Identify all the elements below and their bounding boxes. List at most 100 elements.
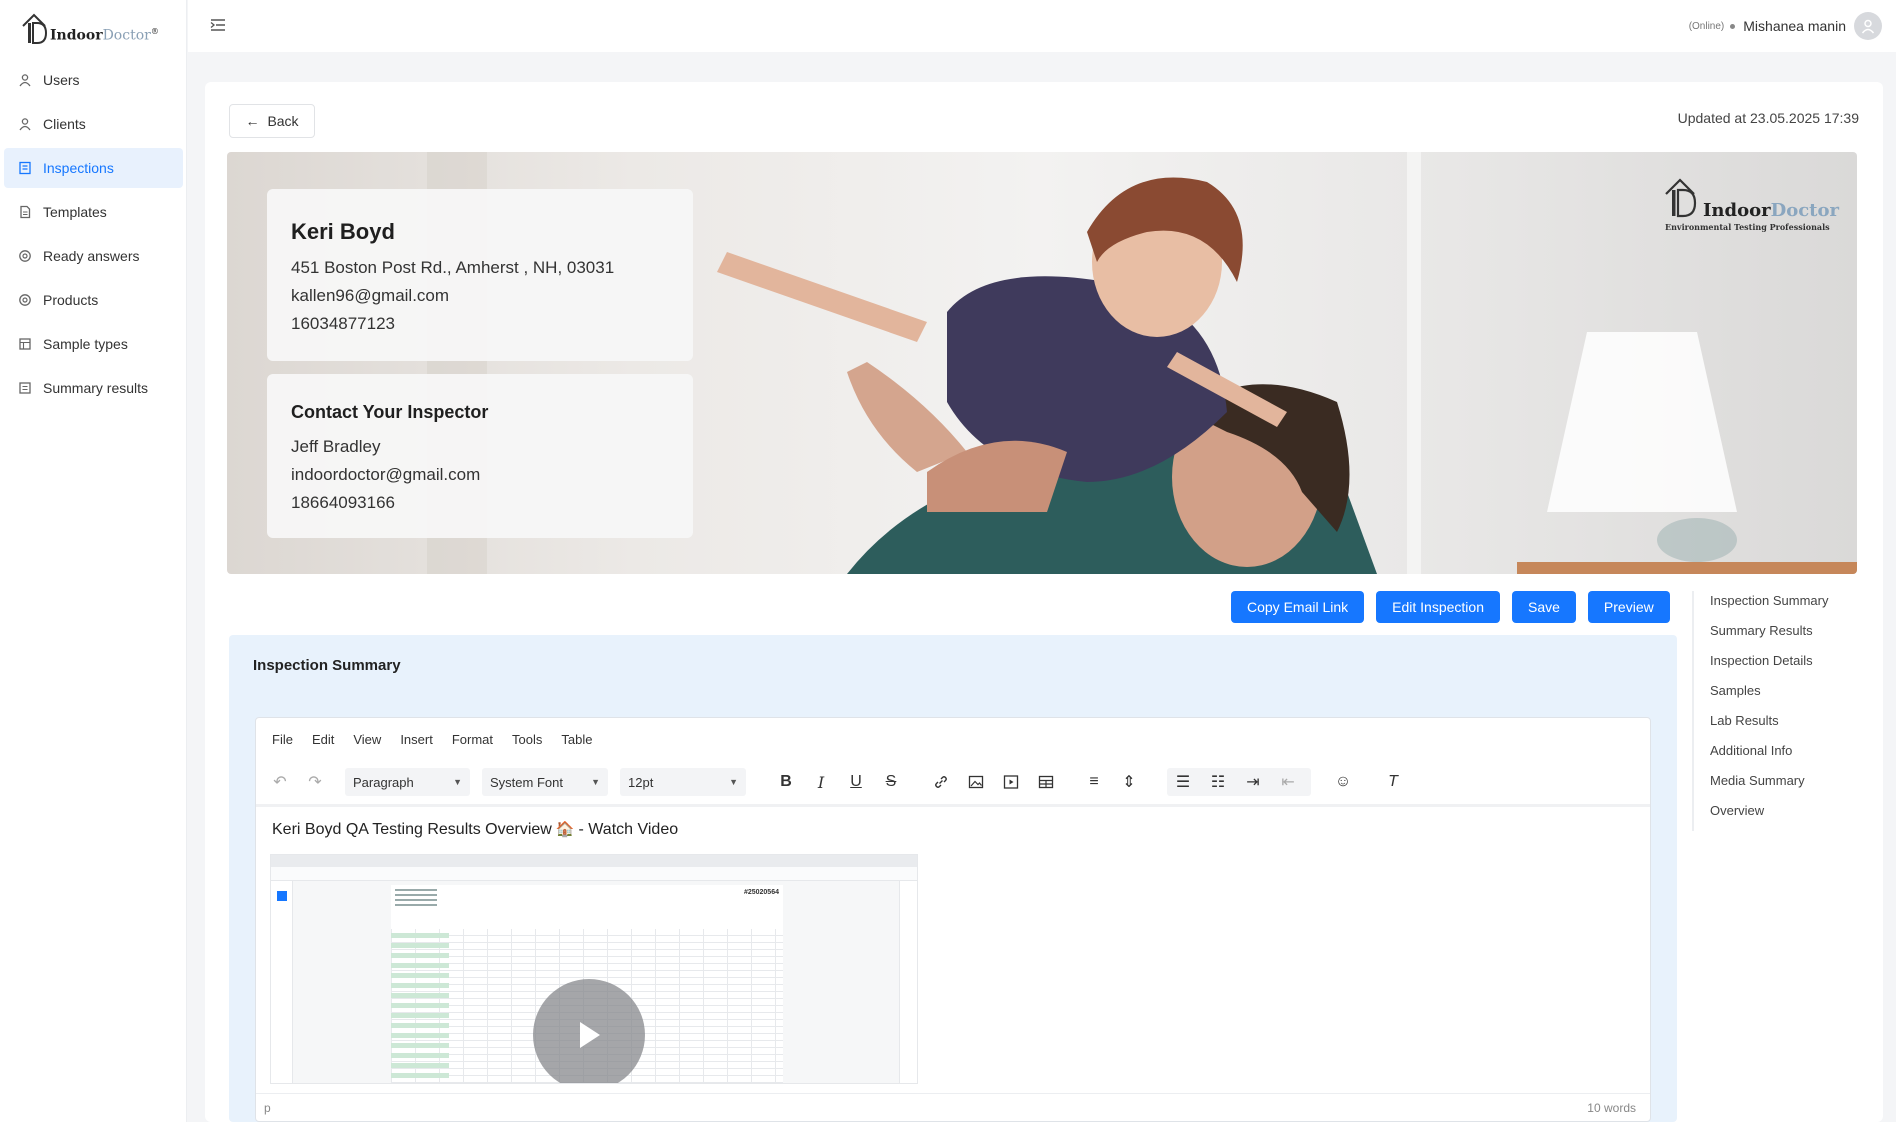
content-text: Keri Boyd QA Testing Results Overview <box>272 821 552 838</box>
client-email[interactable]: kallen96@gmail.com <box>291 282 669 310</box>
italic-icon[interactable]: I <box>807 768 835 796</box>
play-button[interactable] <box>533 979 645 1083</box>
video-side-rail <box>271 881 293 1083</box>
sidebar-item-templates[interactable]: Templates <box>4 192 183 232</box>
media-icon[interactable] <box>997 768 1025 796</box>
menu-insert[interactable]: Insert <box>400 732 433 747</box>
anchor-samples[interactable]: Samples <box>1710 681 1862 711</box>
sidebar-item-products[interactable]: Products <box>4 280 183 320</box>
redo-icon[interactable]: ↷ <box>301 768 329 796</box>
sidebar-item-label: Summary results <box>43 380 149 396</box>
numbered-list-icon[interactable]: ☰ <box>1169 768 1197 796</box>
video-report-number: #25020564 <box>743 889 779 896</box>
inspections-icon <box>18 161 32 175</box>
hero-logo: IndoorDoctor Environmental Testing Profe… <box>1663 176 1839 232</box>
copy-email-link-button[interactable]: Copy Email Link <box>1231 591 1365 623</box>
menu-format[interactable]: Format <box>452 732 493 747</box>
menu-view[interactable]: View <box>353 732 381 747</box>
watch-video-link[interactable]: - Watch Video <box>579 821 679 838</box>
font-size-select[interactable]: 12pt ▼ <box>620 768 746 796</box>
chevron-down-icon: ▼ <box>591 777 600 787</box>
top-header: (Online) Mishanea manin <box>188 0 1896 52</box>
anchor-overview[interactable]: Overview <box>1710 801 1862 831</box>
inspector-phone: 18664093166 <box>291 493 396 512</box>
sidebar-item-inspections[interactable]: Inspections <box>4 148 183 188</box>
inspector-email[interactable]: indoordoctor@gmail.com <box>291 461 669 489</box>
ready-answers-icon <box>18 249 32 263</box>
client-address: 451 Boston Post Rd., Amherst , NH, 03031 <box>291 258 615 277</box>
house-emoji-icon: 🏠 <box>555 821 575 838</box>
hero-banner: Keri Boyd 451 Boston Post Rd., Amherst ,… <box>227 152 1857 574</box>
section-title: Inspection Summary <box>253 657 401 674</box>
save-button[interactable]: Save <box>1512 591 1576 623</box>
bold-icon[interactable]: B <box>772 768 800 796</box>
block-format-value: Paragraph <box>353 774 414 790</box>
sidebar-item-sample-types[interactable]: Sample types <box>4 324 183 364</box>
users-icon <box>18 73 32 87</box>
list-toolbar-group: ☰ ☷ ⇥ ⇤ <box>1167 768 1311 796</box>
anchor-additional-info[interactable]: Additional Info <box>1710 741 1862 771</box>
app-logo[interactable]: IndoorDoctor® <box>20 8 170 48</box>
sidebar-item-ready-answers[interactable]: Ready answers <box>4 236 183 276</box>
client-card: Keri Boyd 451 Boston Post Rd., Amherst ,… <box>267 189 693 361</box>
editor-content[interactable]: Keri Boyd QA Testing Results Overview 🏠 - … <box>272 820 678 839</box>
sidebar-item-clients[interactable]: Clients <box>4 104 183 144</box>
table-icon[interactable] <box>1032 768 1060 796</box>
element-path[interactable]: p <box>264 1101 271 1115</box>
indent-icon[interactable]: ⇥ <box>1239 768 1267 796</box>
menu-toggle-icon[interactable] <box>210 18 226 32</box>
back-button[interactable]: ← Back <box>229 104 315 138</box>
rich-text-editor[interactable]: File Edit View Insert Format Tools Table… <box>255 717 1651 1122</box>
video-report-highlight <box>391 933 449 1083</box>
video-thumbnail[interactable]: #25020564 <box>270 854 918 1084</box>
emoji-icon[interactable]: ☺ <box>1329 768 1357 796</box>
undo-icon[interactable]: ↶ <box>266 768 294 796</box>
clear-formatting-icon[interactable]: T <box>1379 768 1407 796</box>
chevron-down-icon: ▼ <box>729 777 738 787</box>
menu-edit[interactable]: Edit <box>312 732 334 747</box>
avatar[interactable] <box>1854 12 1882 40</box>
templates-icon <box>18 205 32 219</box>
arrow-left-icon: ← <box>245 113 260 129</box>
anchor-summary-results[interactable]: Summary Results <box>1710 621 1862 651</box>
image-icon[interactable] <box>962 768 990 796</box>
inspector-name: Jeff Bradley <box>291 437 381 456</box>
video-rail-marker <box>277 891 287 901</box>
line-height-icon[interactable]: ⇕ <box>1115 768 1143 796</box>
section-anchor-nav: Inspection Summary Summary Results Inspe… <box>1692 591 1862 831</box>
anchor-inspection-summary[interactable]: Inspection Summary <box>1710 591 1862 621</box>
hero-logo-tagline: Environmental Testing Professionals <box>1665 222 1830 232</box>
editor-toolbar: ↶ ↷ Paragraph ▼ System Font ▼ 12pt ▼ B I U … <box>266 766 1640 798</box>
anchor-inspection-details[interactable]: Inspection Details <box>1710 651 1862 681</box>
strikethrough-icon[interactable]: S <box>877 768 905 796</box>
user-menu[interactable]: (Online) Mishanea manin <box>1689 12 1882 40</box>
sidebar-item-summary-results[interactable]: Summary results <box>4 368 183 408</box>
user-name: Mishanea manin <box>1743 18 1846 34</box>
updated-timestamp: Updated at 23.05.2025 17:39 <box>1677 110 1859 126</box>
underline-icon[interactable]: U <box>842 768 870 796</box>
link-icon[interactable] <box>927 768 955 796</box>
sidebar-item-label: Clients <box>43 116 86 132</box>
sidebar-item-label: Products <box>43 292 99 308</box>
align-left-icon[interactable]: ≡ <box>1080 768 1108 796</box>
edit-inspection-button[interactable]: Edit Inspection <box>1376 591 1500 623</box>
block-format-select[interactable]: Paragraph ▼ <box>345 768 470 796</box>
chevron-down-icon: ▼ <box>453 777 462 787</box>
menu-file[interactable]: File <box>272 732 293 747</box>
sample-types-icon <box>18 337 32 351</box>
anchor-lab-results[interactable]: Lab Results <box>1710 711 1862 741</box>
sidebar-item-label: Inspections <box>43 160 114 176</box>
sidebar-item-users[interactable]: Users <box>4 60 183 100</box>
play-icon <box>580 1022 600 1048</box>
menu-tools[interactable]: Tools <box>512 732 542 747</box>
menu-table[interactable]: Table <box>561 732 592 747</box>
font-family-select[interactable]: System Font ▼ <box>482 768 608 796</box>
inspection-summary-section: Inspection Summary File Edit View Insert… <box>229 635 1677 1122</box>
anchor-media-summary[interactable]: Media Summary <box>1710 771 1862 801</box>
bullet-list-icon[interactable]: ☷ <box>1204 768 1232 796</box>
preview-button[interactable]: Preview <box>1587 591 1670 623</box>
inspector-heading: Contact Your Inspector <box>291 402 489 422</box>
sidebar: IndoorDoctor® Users Clients Inspections … <box>0 0 187 1122</box>
products-icon <box>18 293 32 307</box>
outdent-icon[interactable]: ⇤ <box>1274 768 1302 796</box>
